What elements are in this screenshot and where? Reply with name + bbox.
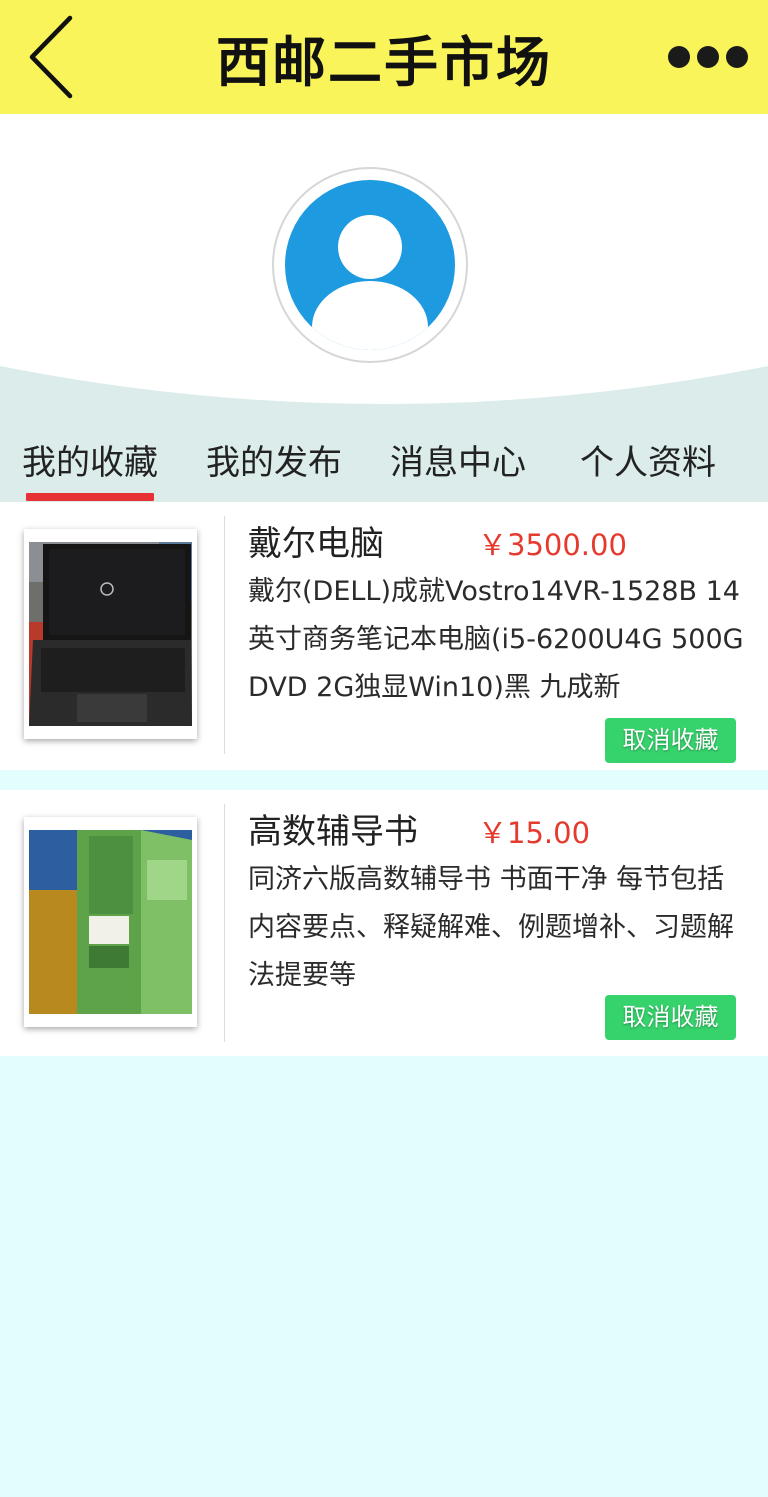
- app-header: 西邮二手市场: [0, 0, 768, 114]
- item-thumbnail[interactable]: [24, 817, 197, 1027]
- user-avatar-icon: [285, 180, 455, 350]
- tab-profile-info[interactable]: 个人资料: [580, 436, 716, 490]
- item-description: 戴尔(DELL)成就Vostro14VR-1528B 14英寸商务笔记本电脑(i…: [248, 576, 744, 703]
- item-name[interactable]: 戴尔电脑: [248, 516, 384, 565]
- profile-section: 我的收藏 我的发布 消息中心 个人资料: [0, 114, 768, 504]
- more-dot-icon: [726, 46, 748, 68]
- tab-favorites[interactable]: 我的收藏: [22, 436, 158, 501]
- item-description: 同济六版高数辅导书 书面干净 每节包括内容要点、释疑解难、例题增补、习题解法提要…: [248, 864, 734, 991]
- laptop-photo: [29, 542, 192, 726]
- app-title: 西邮二手市场: [216, 30, 552, 94]
- more-dot-icon: [697, 46, 719, 68]
- favorites-list: 戴尔电脑 ￥3500.00 戴尔(DELL)成就Vostro14VR-1528B…: [0, 502, 768, 1056]
- more-dot-icon: [668, 46, 690, 68]
- item-divider: [224, 516, 225, 754]
- more-button[interactable]: [668, 40, 748, 74]
- item-thumbnail[interactable]: [24, 529, 197, 739]
- item-price: ￥15.00: [478, 816, 591, 850]
- profile-tabs: 我的收藏 我的发布 消息中心 个人资料: [0, 436, 768, 502]
- tab-my-posts[interactable]: 我的发布: [206, 436, 342, 490]
- book-photo: [29, 830, 192, 1014]
- cancel-favorite-button[interactable]: 取消收藏: [605, 718, 736, 763]
- avatar[interactable]: [272, 167, 468, 363]
- list-item[interactable]: 高数辅导书 ￥15.00 同济六版高数辅导书 书面干净 每节包括内容要点、释疑解…: [0, 790, 768, 1056]
- list-item[interactable]: 戴尔电脑 ￥3500.00 戴尔(DELL)成就Vostro14VR-1528B…: [0, 502, 768, 770]
- item-divider: [224, 804, 225, 1042]
- item-name[interactable]: 高数辅导书: [248, 804, 418, 853]
- item-price: ￥3500.00: [478, 528, 627, 562]
- tab-messages[interactable]: 消息中心: [390, 436, 526, 490]
- cancel-favorite-button[interactable]: 取消收藏: [605, 995, 736, 1040]
